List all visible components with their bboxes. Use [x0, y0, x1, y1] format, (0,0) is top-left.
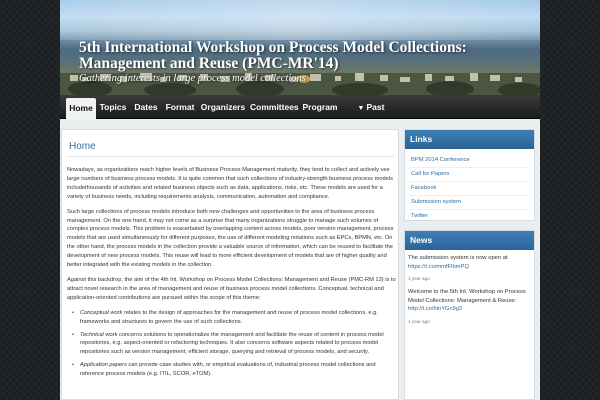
news-item: Welcome to the 5th Int. Workshop on Proc…	[408, 288, 530, 314]
list-item-term: Application papers	[80, 362, 127, 369]
bullet-icon: •	[72, 331, 74, 338]
news-widget-title: News	[405, 231, 534, 250]
nav-item-format[interactable]: Format	[164, 97, 196, 118]
nav-item-home[interactable]: Home	[66, 98, 96, 119]
links-widget: Links BPM 2014 Conference Call for Paper…	[404, 129, 535, 221]
scope-list: • Conceptual work relates to the design o…	[67, 309, 397, 379]
nav-item-topics[interactable]: Topics	[98, 97, 128, 118]
news-link[interactable]: http://t.co/hinYGc9g3	[408, 306, 462, 312]
triangle-down-icon: ▼	[357, 105, 365, 112]
title-divider	[68, 156, 394, 157]
news-date: 1 year ago	[408, 276, 430, 282]
news-item: The submission system is now open at htt…	[408, 254, 530, 271]
paragraph: Such large collections of process models…	[67, 208, 394, 269]
news-widget: News The submission system is now open a…	[404, 230, 535, 400]
content-area: Home Nowadays, as organizations reach hi…	[60, 119, 540, 400]
link-facebook[interactable]: Facebook	[409, 182, 530, 196]
links-widget-title: Links	[405, 130, 534, 149]
list-item: • Technical work concerns solutions to op…	[67, 331, 397, 358]
list-item-term: Technical work	[80, 331, 118, 338]
list-item-text: concerns solutions to operationalize the…	[80, 331, 384, 356]
news-text: The submission system is now open at	[408, 255, 508, 261]
paragraph: Against this backdrop, the aim of the 4t…	[67, 276, 396, 301]
bullet-icon: •	[72, 362, 74, 369]
nav-item-dates[interactable]: Dates	[131, 97, 161, 118]
list-item-text: relates to the design of approaches for …	[80, 309, 378, 325]
news-date: 1 year ago	[408, 318, 430, 324]
nav-item-past-editions[interactable]: ▼Past editions	[342, 97, 400, 134]
page-wrapper: 5th International Workshop on Process Mo…	[60, 0, 540, 400]
list-item-term: Conceptual work	[80, 309, 123, 316]
link-twitter[interactable]: Twitter	[409, 210, 530, 224]
link-call-for-papers[interactable]: Call for Papers	[409, 168, 530, 182]
link-bpm-2014-conference[interactable]: BPM 2014 Conference	[409, 154, 530, 168]
link-submission-system[interactable]: Submission system	[409, 196, 530, 210]
bullet-icon: •	[72, 309, 74, 316]
page-title: Home	[69, 141, 96, 152]
nav-item-program[interactable]: Program	[302, 97, 338, 118]
paragraph: Nowadays, as organizations reach higher …	[67, 167, 393, 200]
site-header: 5th International Workshop on Process Mo…	[60, 0, 540, 95]
list-item: • Application papers can provide case stu…	[67, 361, 397, 379]
nav-item-organizers[interactable]: Organizers	[200, 97, 246, 118]
site-tagline: Gathering interests in large process mod…	[79, 73, 306, 84]
news-text: Welcome to the 5th Int. Workshop on Proc…	[408, 289, 526, 304]
news-link[interactable]: https://t.co/mmfFlbmPQ	[408, 264, 469, 270]
main-navigation: Home Topics Dates Format Organizers Comm…	[60, 95, 540, 134]
header-sky	[60, 0, 540, 40]
article-body: Nowadays, as organizations reach higher …	[67, 166, 397, 383]
list-item: • Conceptual work relates to the design o…	[67, 309, 397, 327]
site-title[interactable]: 5th International Workshop on Process Mo…	[79, 40, 534, 72]
main-content: Home Nowadays, as organizations reach hi…	[61, 129, 399, 400]
nav-item-committees[interactable]: Committees	[250, 97, 299, 118]
